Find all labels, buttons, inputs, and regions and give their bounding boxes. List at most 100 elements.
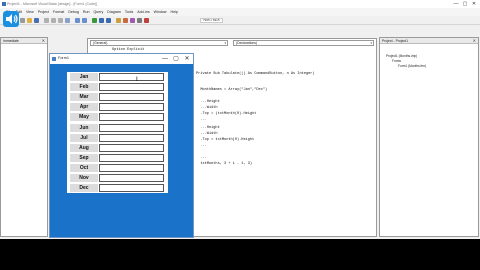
month-textbox[interactable]	[99, 103, 164, 112]
month-label: Mar	[70, 93, 98, 102]
month-label: Nov	[70, 174, 98, 182]
immediate-header: Immediate ✕	[1, 38, 47, 44]
code-line: .Top = (txtMonth(0).Height	[196, 112, 257, 116]
month-row: Oct	[67, 163, 168, 173]
form-close-button[interactable]: ✕	[182, 55, 192, 63]
form-minimize-button[interactable]: —	[160, 55, 170, 63]
find-icon[interactable]	[65, 18, 70, 23]
month-textbox[interactable]	[99, 174, 164, 182]
form-maximize-button[interactable]: ▢	[171, 55, 181, 63]
speaker-glyph-icon	[6, 14, 18, 24]
month-row: Sep	[67, 153, 168, 163]
project-close-icon[interactable]: ✕	[473, 38, 476, 44]
form1-title-bar: Form1 — ▢ ✕	[50, 54, 193, 64]
menu-project[interactable]: Project	[38, 10, 49, 14]
break-icon[interactable]	[99, 18, 104, 23]
window-title: Project1 - Microsoft Visual Basic [desig…	[7, 2, 98, 6]
code-line: ...	[196, 144, 207, 148]
month-row: Jul	[67, 133, 168, 143]
copy-icon[interactable]	[51, 18, 56, 23]
month-textbox[interactable]	[99, 133, 164, 142]
open-project-icon[interactable]	[27, 18, 32, 23]
month-textbox[interactable]	[99, 93, 164, 102]
undo-icon[interactable]	[75, 18, 80, 23]
tree-item-project[interactable]: Project1 (Months.vbp)	[386, 54, 417, 58]
menu-help[interactable]: Help	[170, 10, 177, 14]
menu-debug[interactable]: Debug	[68, 10, 79, 14]
month-textbox[interactable]	[99, 73, 164, 81]
code-line: ...Height	[196, 126, 220, 130]
paste-icon[interactable]	[58, 18, 63, 23]
position-readout: 7965 x 6915	[200, 18, 223, 23]
menu-format[interactable]: Format	[53, 10, 64, 14]
redo-icon[interactable]	[82, 18, 87, 23]
title-bar: Project1 - Microsoft Visual Basic [desig…	[0, 0, 480, 8]
maximize-button[interactable]: ▢	[461, 1, 469, 7]
start-icon[interactable]	[92, 18, 97, 23]
toolbar: 7965 x 6915	[0, 16, 480, 25]
month-label: Jan	[70, 73, 98, 81]
month-textbox[interactable]	[99, 123, 164, 132]
menu-window[interactable]: Window	[154, 10, 167, 14]
code-line: ...Width	[196, 132, 218, 136]
month-textbox[interactable]	[99, 184, 164, 192]
project-explorer-icon[interactable]	[116, 18, 121, 23]
month-textbox[interactable]	[99, 143, 164, 152]
tree-item-form1[interactable]: Form1 (Months.frm)	[398, 64, 426, 68]
code-line: MonthNames = Array("Jan","Dec")	[196, 88, 268, 92]
cut-icon[interactable]	[44, 18, 49, 23]
menu-diagram[interactable]: Diagram	[107, 10, 121, 14]
object-combo[interactable]: (General) ▾	[90, 40, 228, 46]
speaker-icon[interactable]	[3, 11, 19, 27]
menu-add-ins[interactable]: Add-Ins	[137, 10, 149, 14]
immediate-title: Immediate	[3, 39, 19, 43]
menu-tools[interactable]: Tools	[125, 10, 133, 14]
end-icon[interactable]	[106, 18, 111, 23]
menu-query[interactable]: Query	[94, 10, 104, 14]
code-line: Private Sub Tabulate(() As CommandButton…	[196, 72, 315, 76]
code-line: ...Width	[196, 106, 218, 110]
code-line: txtMonths, 3 + i - 1, 3)	[196, 162, 253, 166]
code-line: ...	[196, 118, 207, 122]
close-button[interactable]: ✕	[470, 1, 478, 7]
month-label: Oct	[70, 163, 98, 172]
form-icon	[52, 57, 56, 61]
video-frame: Project1 - Microsoft Visual Basic [desig…	[0, 0, 480, 270]
month-label: Dec	[70, 184, 98, 192]
month-grid: Jan Feb Mar Apr May Jun Jul Aug Sep Oct …	[67, 72, 168, 184]
month-row: Dec	[67, 183, 168, 193]
month-row: May	[67, 112, 168, 122]
chevron-down-icon[interactable]: ▾	[224, 41, 226, 46]
month-row: Aug	[67, 143, 168, 153]
chevron-down-icon[interactable]: ▾	[370, 41, 372, 46]
project-header: Project - Project1 ✕	[380, 38, 478, 44]
month-label: Aug	[70, 143, 98, 152]
month-row: Apr	[67, 102, 168, 112]
code-line: ...Height	[196, 100, 220, 104]
toolbox-icon[interactable]	[144, 18, 149, 23]
month-textbox[interactable]	[99, 113, 164, 122]
minimize-button[interactable]: —	[452, 1, 460, 7]
month-label: Apr	[70, 103, 98, 112]
menu-run[interactable]: Run	[83, 10, 90, 14]
code-line: Option Explicit	[112, 48, 145, 52]
menu-editor-icon[interactable]	[20, 18, 25, 23]
menu-view[interactable]: View	[26, 10, 34, 14]
save-project-icon[interactable]	[34, 18, 39, 23]
month-label: Jun	[70, 123, 98, 132]
properties-icon[interactable]	[123, 18, 128, 23]
tree-item-forms[interactable]: Forms	[392, 59, 401, 63]
month-row: Jun	[67, 123, 168, 133]
month-row: Feb	[67, 82, 168, 92]
object-browser-icon[interactable]	[137, 18, 142, 23]
month-textbox[interactable]	[99, 83, 164, 92]
month-row: Mar	[67, 92, 168, 102]
immediate-close-icon[interactable]: ✕	[42, 38, 45, 44]
month-textbox[interactable]	[99, 163, 164, 172]
procedure-combo[interactable]: (Declarations) ▾	[233, 40, 374, 46]
month-label: Feb	[70, 83, 98, 92]
month-textbox[interactable]	[99, 153, 164, 162]
vb6-ide: Project1 - Microsoft Visual Basic [desig…	[0, 0, 480, 239]
month-row: Nov	[67, 173, 168, 183]
form-layout-icon[interactable]	[130, 18, 135, 23]
